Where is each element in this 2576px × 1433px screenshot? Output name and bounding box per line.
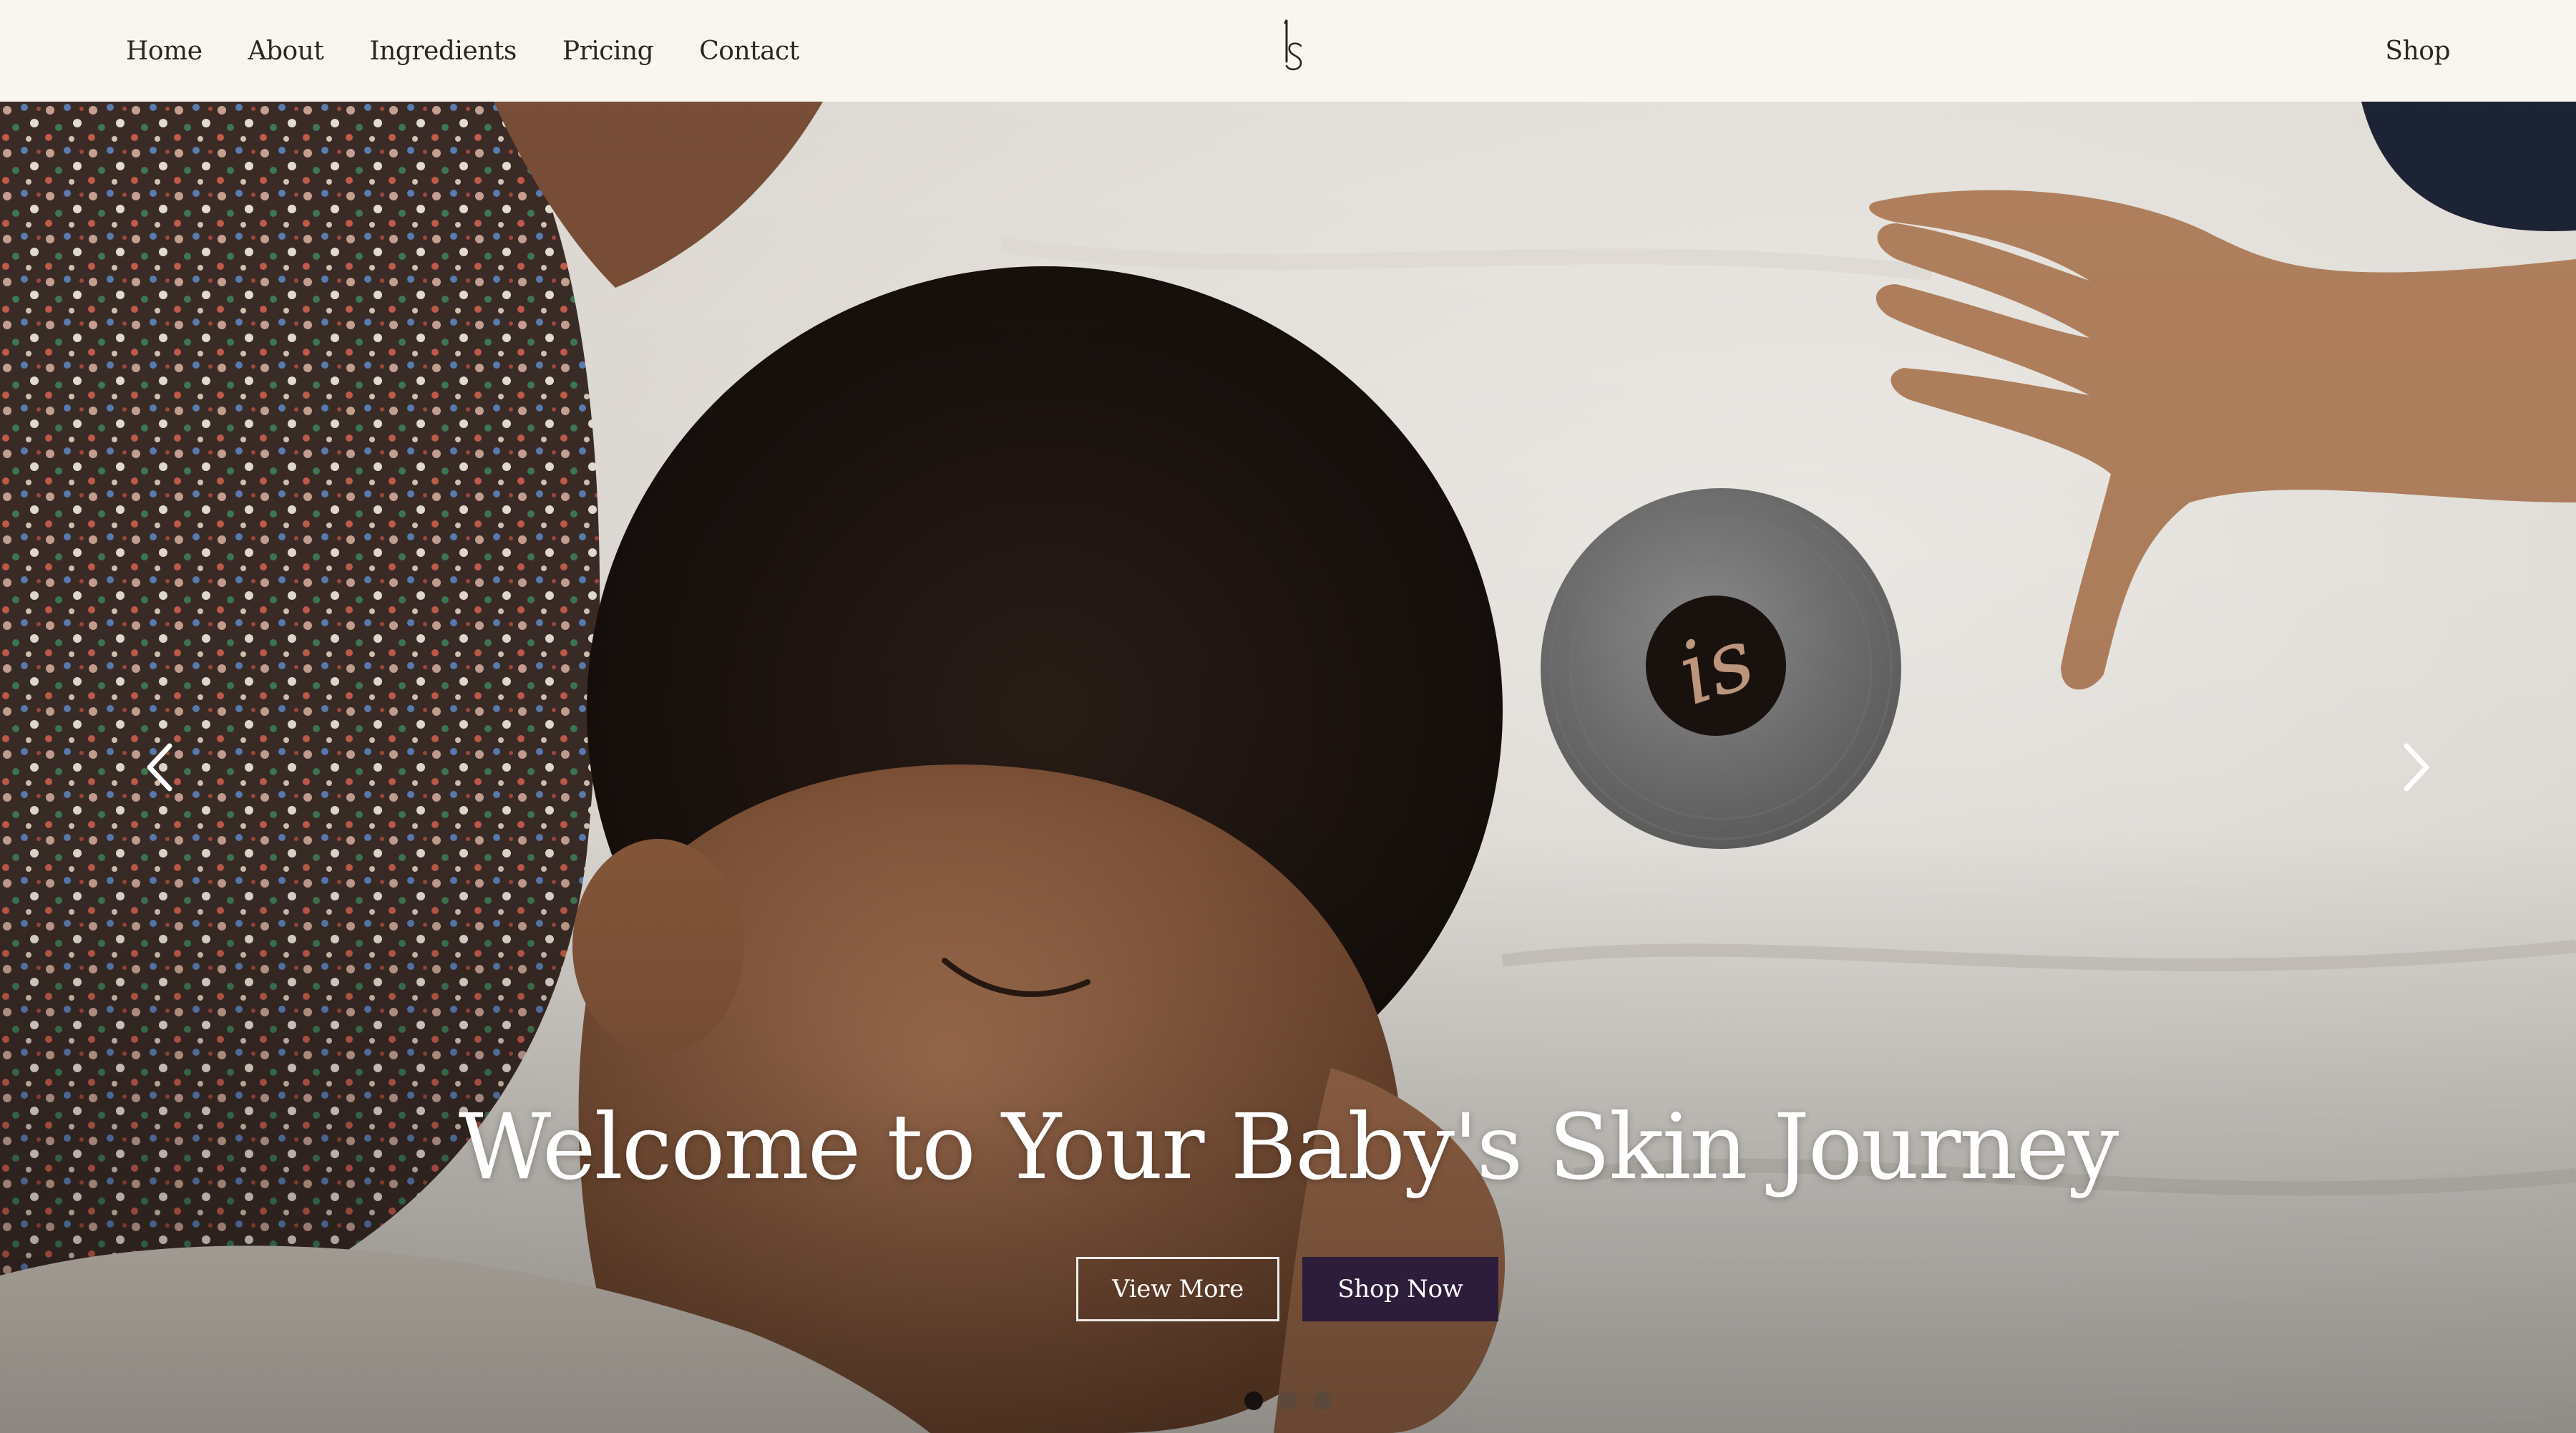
- carousel-dot-3[interactable]: [1313, 1391, 1332, 1410]
- nav-link-pricing[interactable]: Pricing: [562, 37, 654, 66]
- carousel-indicators: [0, 1391, 2576, 1410]
- main-nav-links: Home About Ingredients Pricing Contact: [126, 0, 845, 102]
- carousel-dot-1[interactable]: [1244, 1391, 1263, 1410]
- hero-overlay: [0, 102, 2576, 1433]
- carousel-next-button[interactable]: [2389, 732, 2446, 803]
- brand-logo-icon[interactable]: [1274, 17, 1311, 74]
- carousel-prev-button[interactable]: [130, 732, 187, 803]
- chevron-left-icon: [147, 743, 172, 792]
- hero-carousel: is Welcome to Your Baby's Skin Journey V…: [0, 102, 2576, 1433]
- nav-link-about[interactable]: About: [248, 37, 324, 66]
- nav-link-shop[interactable]: Shop: [2385, 0, 2450, 102]
- hero-headline: Welcome to Your Baby's Skin Journey: [458, 1094, 2119, 1200]
- view-more-button[interactable]: View More: [1076, 1257, 1279, 1321]
- top-navigation: Home About Ingredients Pricing Contact S…: [0, 0, 2576, 102]
- carousel-dot-2[interactable]: [1279, 1391, 1297, 1410]
- chevron-right-icon: [2404, 743, 2429, 792]
- nav-link-home[interactable]: Home: [126, 37, 203, 66]
- shop-now-button[interactable]: Shop Now: [1302, 1257, 1498, 1321]
- nav-link-contact[interactable]: Contact: [699, 37, 799, 66]
- nav-link-ingredients[interactable]: Ingredients: [369, 37, 517, 66]
